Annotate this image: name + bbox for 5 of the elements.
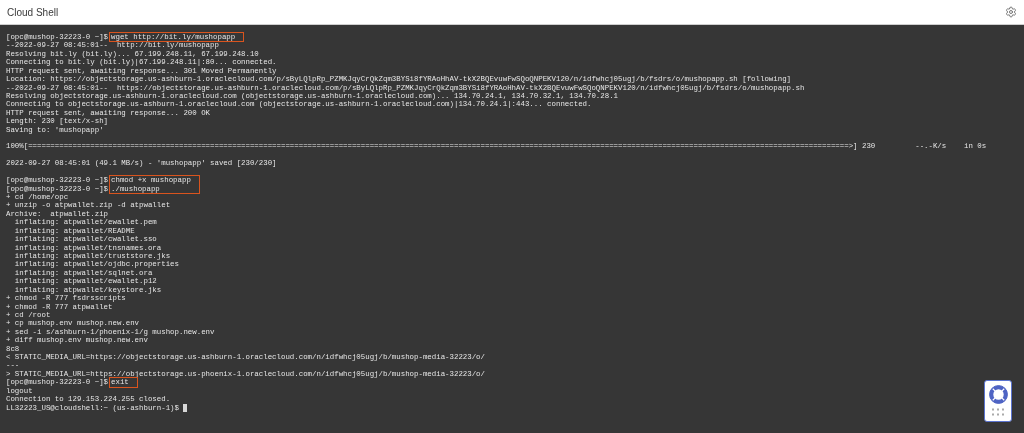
header-title: Cloud Shell [7, 5, 59, 20]
drag-handle-icon[interactable] [992, 408, 1004, 416]
lifebuoy-icon [988, 385, 1008, 404]
help-widget[interactable] [984, 380, 1012, 422]
settings-icon[interactable] [1005, 6, 1017, 18]
